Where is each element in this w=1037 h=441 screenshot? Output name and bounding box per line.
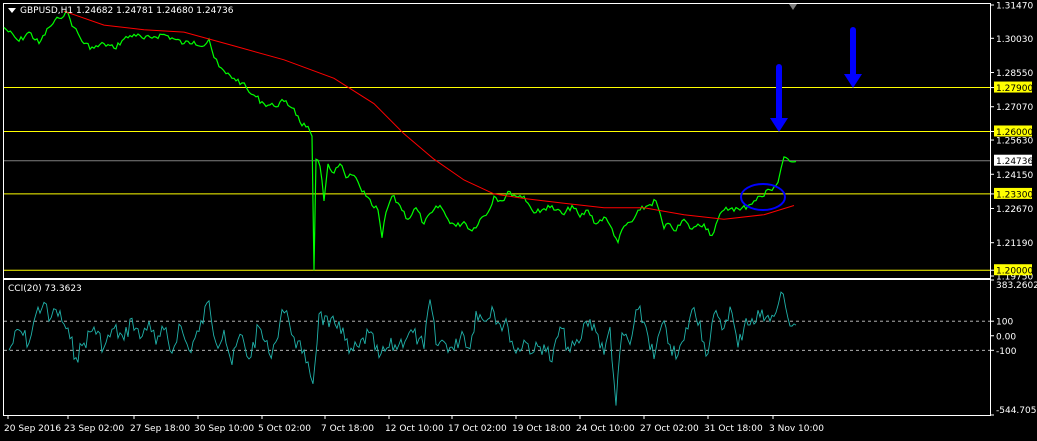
cci-panel-border [3,279,991,416]
price-axis: 1.31470 1.30030 1.28550 1.27070 1.25630 1.241… [990,2,1033,283]
series-group [3,10,797,406]
time-tick-label: 12 Oct 10:00 [385,424,444,434]
down-arrow-icon [770,64,788,132]
time-tick-label: 5 Oct 02:00 [258,424,311,434]
down-arrow-icon [844,27,862,88]
time-tick-label: 23 Sep 02:00 [64,424,124,434]
price-tick-label: 1.31470 [996,2,1033,12]
level-label: 1.26000 [996,128,1033,138]
level-lines [4,87,990,271]
cci-line [8,291,797,406]
time-tick-label: 19 Oct 18:00 [512,424,571,434]
cci-grid [4,320,990,351]
chart-frame [3,3,991,416]
cci-axis: 383.2602 100 0.00 -100 -544.7055 [990,279,1037,416]
price-tick-label: 1.27070 [996,103,1033,113]
level-label: 1.27900 [996,84,1033,94]
cci-tick-label: -544.7055 [996,406,1037,416]
cci-tick-label: 383.2602 [996,281,1037,291]
annotations [740,27,862,211]
time-tick-label: 7 Oct 18:00 [321,424,374,434]
arrow-head [770,118,788,132]
time-tick-label: 30 Sep 10:00 [194,424,254,434]
price-tick-label: 1.25630 [996,137,1033,147]
ohlc-label: 1.24682 1.24781 1.24680 1.24736 [76,6,234,16]
cci-tick-label: 0.00 [996,332,1016,342]
arrow-head [844,74,862,88]
symbol-label: GBPUSD,H1 [20,6,74,16]
price-tick-label: 1.30030 [996,35,1033,45]
current-price-label: 1.24736 [996,157,1033,167]
cci-tick-label: 100 [996,318,1013,328]
price-tick-label: 1.24150 [996,171,1033,181]
price-tick-label: 1.22670 [996,205,1033,215]
chart-header: GBPUSD,H1 1.24682 1.24781 1.24680 1.2473… [8,6,234,16]
chart-canvas: 1.31470 1.30030 1.28550 1.27070 1.25630 1.241… [3,2,1037,434]
moving-average-line [63,10,795,220]
shift-marker-icon[interactable] [789,4,797,10]
time-tick-label: 27 Sep 18:00 [130,424,190,434]
time-axis: 20 Sep 2016 23 Sep 02:00 27 Sep 18:00 30 Se… [4,415,824,434]
time-tick-label: 24 Oct 10:00 [576,424,635,434]
time-tick-label: 3 Nov 10:00 [769,424,824,434]
time-tick-label: 17 Oct 02:00 [448,424,507,434]
level-label: 1.23300 [996,190,1033,200]
time-tick-label: 27 Oct 02:00 [640,424,699,434]
cci-header: CCI(20) 73.3623 [8,284,82,294]
level-label: 1.20000 [996,267,1033,277]
time-tick-label: 20 Sep 2016 [4,424,61,434]
main-panel-border [3,3,991,279]
collapse-triangle-icon[interactable] [8,8,16,13]
price-tick-label: 1.28550 [996,69,1033,79]
price-line [3,10,797,271]
cci-tick-label: -100 [996,347,1017,357]
time-tick-label: 31 Oct 18:00 [704,424,763,434]
price-tick-label: 1.21190 [996,239,1033,249]
